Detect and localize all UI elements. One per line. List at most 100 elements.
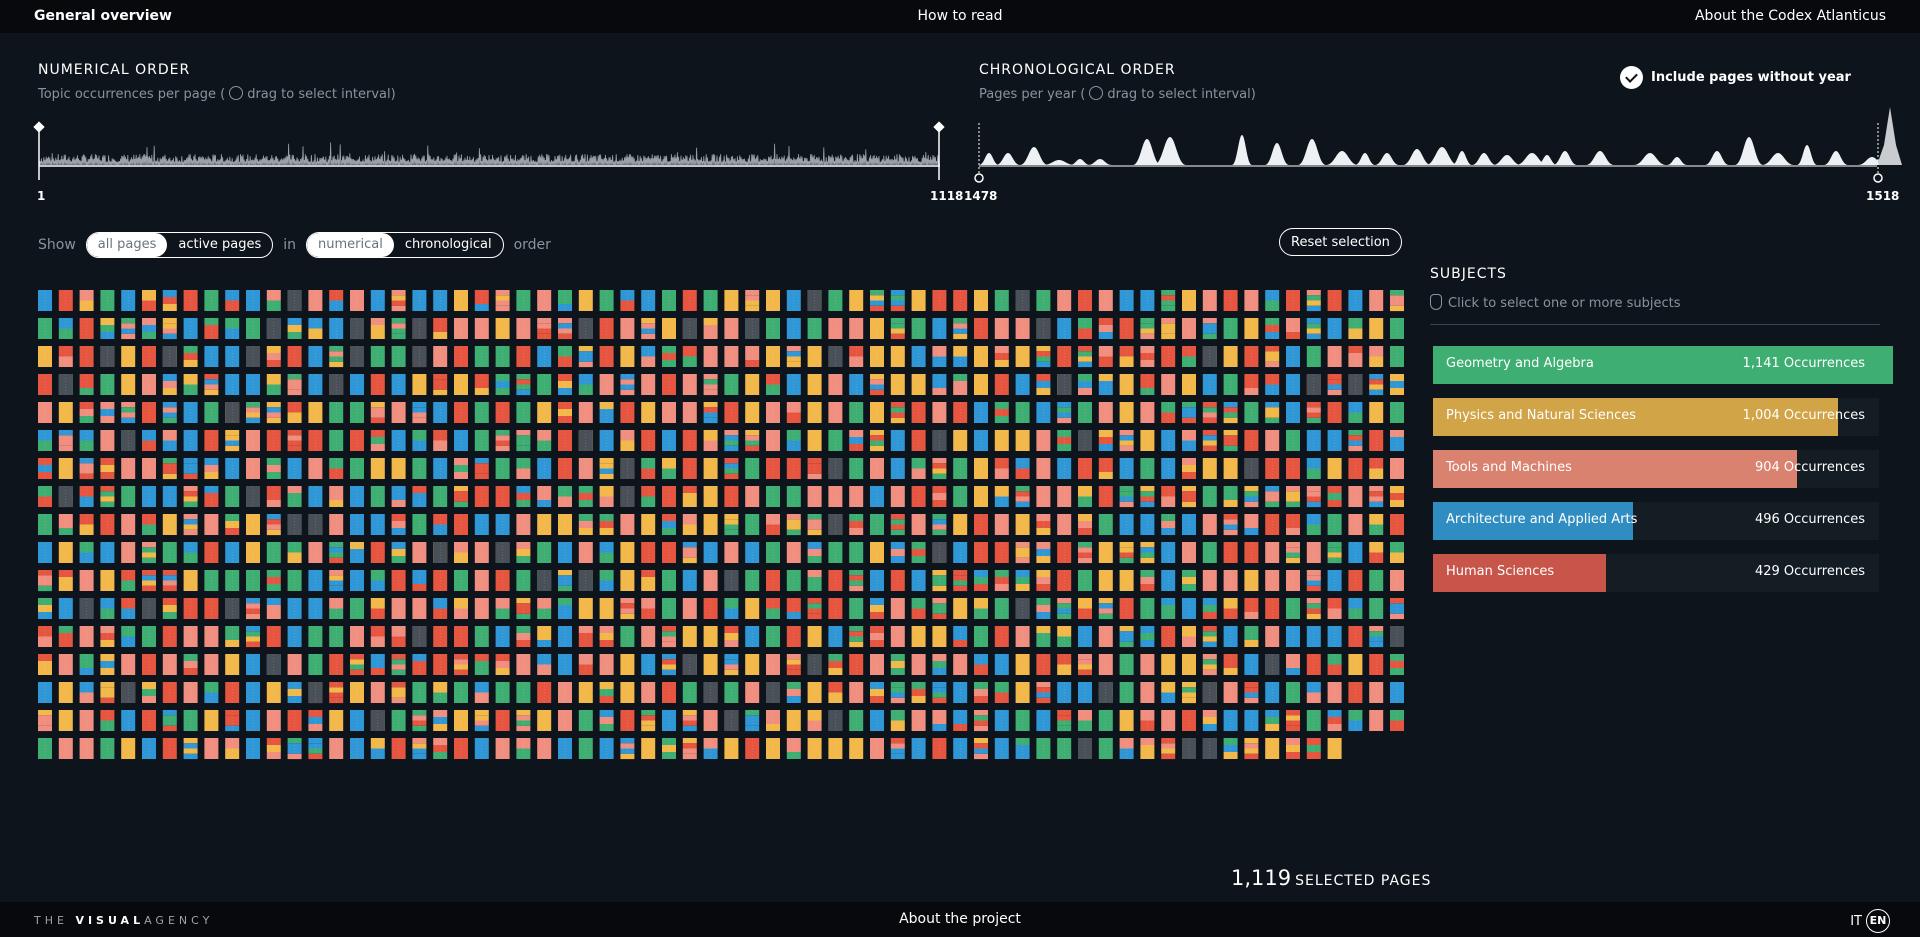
page-cell[interactable]	[350, 402, 364, 423]
page-cell[interactable]	[953, 430, 968, 451]
page-cell[interactable]	[807, 682, 822, 703]
page-cell[interactable]	[745, 458, 760, 479]
page-cell[interactable]	[1327, 514, 1342, 535]
chronological-handle-left[interactable]	[974, 123, 984, 183]
page-cell[interactable]	[786, 682, 801, 703]
page-cell[interactable]	[1286, 346, 1300, 367]
page-cell[interactable]	[454, 486, 468, 508]
page-cell[interactable]	[454, 626, 468, 647]
page-cell[interactable]	[495, 374, 510, 395]
page-cell[interactable]	[1265, 318, 1280, 339]
page-cell[interactable]	[516, 346, 531, 367]
page-cell[interactable]	[911, 654, 926, 675]
page-cell[interactable]	[1078, 514, 1092, 535]
page-cell[interactable]	[578, 458, 593, 479]
page-cell[interactable]	[142, 402, 156, 423]
page-cell[interactable]	[433, 570, 448, 591]
page-cell[interactable]	[287, 598, 302, 619]
page-cell[interactable]	[100, 542, 115, 563]
page-cell[interactable]	[537, 570, 552, 591]
page-cell[interactable]	[1265, 654, 1280, 675]
page-cell[interactable]	[183, 402, 198, 423]
page-cell[interactable]	[495, 570, 510, 591]
page-cell[interactable]	[454, 318, 468, 339]
page-cell[interactable]	[58, 514, 73, 535]
page-cell[interactable]	[121, 738, 136, 759]
page-cell[interactable]	[870, 598, 884, 619]
page-cell[interactable]	[495, 542, 510, 563]
page-cell[interactable]	[932, 542, 947, 563]
page-cell[interactable]	[1286, 486, 1300, 508]
page-cell[interactable]	[599, 514, 614, 535]
page-cell[interactable]	[1244, 598, 1259, 619]
page-cell[interactable]	[38, 430, 52, 451]
page-cell[interactable]	[1057, 346, 1072, 367]
page-cell[interactable]	[38, 654, 52, 675]
page-cell[interactable]	[599, 458, 614, 480]
page-cell[interactable]	[849, 514, 864, 535]
page-cell[interactable]	[1078, 458, 1092, 479]
page-cell[interactable]	[890, 318, 905, 340]
page-cell[interactable]	[266, 346, 281, 367]
page-cell[interactable]	[558, 402, 572, 423]
page-cell[interactable]	[1161, 486, 1176, 507]
page-cell[interactable]	[391, 430, 406, 451]
page-cell[interactable]	[1202, 318, 1217, 340]
page-cell[interactable]	[100, 626, 115, 647]
page-cell[interactable]	[828, 374, 843, 395]
page-cell[interactable]	[1244, 290, 1259, 311]
page-cell[interactable]	[724, 514, 739, 536]
page-cell[interactable]	[682, 542, 697, 564]
page-cell[interactable]	[516, 290, 531, 311]
page-cell[interactable]	[1140, 458, 1155, 479]
page-cell[interactable]	[662, 710, 676, 731]
page-cell[interactable]	[828, 318, 843, 339]
page-cell[interactable]	[1161, 738, 1176, 760]
page-cell[interactable]	[974, 682, 988, 703]
page-cell[interactable]	[142, 374, 156, 395]
page-cell[interactable]	[121, 402, 136, 424]
page-cell[interactable]	[121, 346, 136, 367]
page-cell[interactable]	[870, 514, 884, 535]
page-cell[interactable]	[412, 486, 427, 507]
page-cell[interactable]	[58, 654, 73, 675]
page-cell[interactable]	[641, 542, 656, 563]
page-cell[interactable]	[287, 654, 302, 675]
page-cell[interactable]	[1369, 598, 1384, 619]
page-cell[interactable]	[1078, 626, 1092, 647]
numerical-handle-left[interactable]	[33, 121, 45, 180]
page-cell[interactable]	[1244, 486, 1259, 508]
page-cell[interactable]	[890, 570, 905, 591]
page-cell[interactable]	[558, 346, 572, 367]
page-cell[interactable]	[599, 710, 614, 731]
page-cell[interactable]	[703, 290, 718, 311]
page-cell[interactable]	[58, 570, 73, 591]
page-cell[interactable]	[516, 402, 531, 423]
page-cell[interactable]	[974, 654, 988, 675]
page-cell[interactable]	[162, 626, 177, 647]
page-cell[interactable]	[38, 318, 52, 339]
page-cell[interactable]	[1223, 430, 1238, 452]
page-cell[interactable]	[516, 570, 531, 591]
page-cell[interactable]	[745, 682, 760, 703]
page-cell[interactable]	[162, 486, 177, 507]
page-cell[interactable]	[994, 542, 1009, 563]
page-cell[interactable]	[953, 654, 968, 675]
page-cell[interactable]	[1057, 430, 1072, 451]
page-cell[interactable]	[183, 374, 198, 395]
page-cell[interactable]	[1098, 430, 1113, 451]
page-cell[interactable]	[225, 374, 240, 395]
page-cell[interactable]	[558, 542, 572, 563]
page-cell[interactable]	[1036, 598, 1051, 619]
page-cell[interactable]	[703, 542, 718, 563]
page-cell[interactable]	[1036, 318, 1051, 339]
page-cell[interactable]	[1348, 542, 1363, 563]
page-cell[interactable]	[79, 682, 94, 703]
page-cell[interactable]	[1036, 542, 1051, 563]
page-cell[interactable]	[162, 682, 177, 703]
page-cell[interactable]	[724, 738, 739, 759]
page-cell[interactable]	[953, 570, 968, 592]
page-cell[interactable]	[1078, 346, 1092, 368]
page-cell[interactable]	[350, 626, 364, 647]
page-cell[interactable]	[454, 682, 468, 703]
